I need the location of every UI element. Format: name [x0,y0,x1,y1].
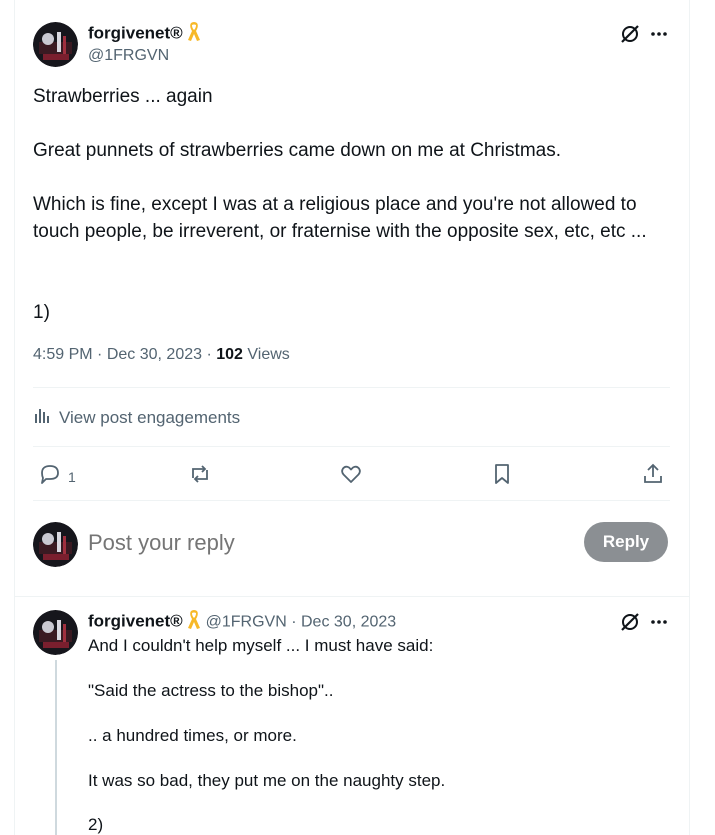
like-icon[interactable] [339,462,363,486]
tweet-text-line: Strawberries ... again [33,86,213,107]
tweet-meta: 4:59 PM · Dec 30, 2023 · 102 Views [33,346,290,363]
tweet-text-line: Great punnets of strawberries came down … [33,140,562,161]
reply-count: 1 [68,468,76,485]
composer-avatar[interactable] [33,522,78,567]
divider [33,500,670,501]
author-handle[interactable]: @1FRGVN [88,47,169,65]
tweet-text-line: 1) [33,302,50,323]
tweet-date[interactable]: Dec 30, 2023 [107,346,202,363]
reply-author-name[interactable]: forgivenet® [88,612,183,631]
reply-text-line: .. a hundred times, or more. [88,726,297,745]
reply-text-line: And I couldn't help myself ... I must ha… [88,636,434,655]
reply-avatar[interactable] [33,610,78,655]
divider [33,446,670,447]
ribbon-icon [187,610,201,635]
views-label: Views [247,346,290,363]
view-engagements-label: View post engagements [59,407,241,427]
tweet-time[interactable]: 4:59 PM [33,346,93,363]
more-icon[interactable] [647,610,671,634]
thread-line [55,660,57,835]
grok-icon[interactable] [618,22,642,46]
reply-text-line: "Said the actress to the bishop".. [88,681,334,700]
reply-text-line: 2) [88,815,104,834]
reply-date[interactable]: Dec 30, 2023 [301,614,396,631]
reply-author-row: forgivenet® @1FRGVN · Dec 30, 2023 [88,610,396,632]
divider [33,387,670,388]
author-row: forgivenet® [88,22,201,44]
reply-action[interactable]: 1 [38,462,76,491]
reply-text-line: It was so bad, they put me on the naught… [88,771,446,790]
reply-author-handle[interactable]: @1FRGVN [206,614,287,631]
reply-input[interactable] [88,526,568,560]
tweet-text-paragraph: Which is fine, except I was at a religio… [33,194,647,242]
ribbon-icon [187,22,201,47]
author-name[interactable]: forgivenet® [88,24,183,43]
views-count: 102 [216,346,243,363]
repost-icon[interactable] [188,462,212,486]
analytics-icon [33,406,51,429]
bookmark-icon[interactable] [490,462,514,486]
reply-button[interactable]: Reply [584,522,668,562]
more-icon[interactable] [647,22,671,46]
avatar[interactable] [33,22,78,67]
grok-icon[interactable] [618,610,642,634]
divider [14,596,690,597]
share-icon[interactable] [641,462,665,486]
comment-icon [38,462,62,491]
view-engagements-link[interactable]: View post engagements [33,406,240,429]
